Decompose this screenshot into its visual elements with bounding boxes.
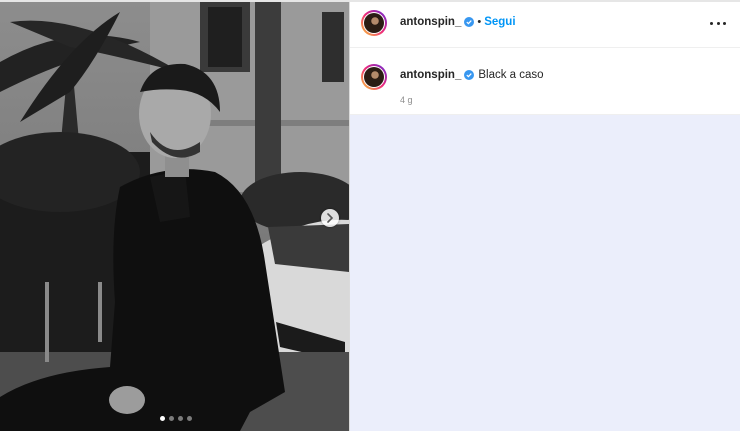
follow-button[interactable]: Segui — [484, 16, 515, 28]
caption-username[interactable]: antonspin_ — [400, 69, 461, 81]
carousel-dot — [187, 416, 192, 421]
username-link[interactable]: antonspin_ — [400, 16, 461, 28]
next-image-button[interactable] — [321, 209, 339, 227]
carousel-dot — [178, 416, 183, 421]
post-header: antonspin_ • Segui — [350, 2, 740, 48]
carousel-dot — [169, 416, 174, 421]
post-photo — [0, 2, 349, 431]
post-media[interactable] — [0, 2, 349, 431]
caption-text: Black a caso — [478, 69, 544, 81]
post-time[interactable]: 4 g — [400, 95, 413, 105]
separator-dot: • — [477, 16, 482, 28]
more-options-icon[interactable] — [710, 16, 726, 30]
caption-avatar[interactable] — [361, 64, 387, 90]
caption-section: antonspin_ Black a caso 4 g — [350, 48, 740, 115]
post-side-panel: antonspin_ • Segui antonspin_ Black a ca… — [350, 2, 740, 431]
chevron-right-icon — [327, 213, 334, 223]
avatar[interactable] — [361, 10, 387, 36]
verified-badge-icon — [464, 17, 475, 27]
carousel-dot — [160, 416, 165, 421]
verified-badge-icon — [464, 70, 475, 80]
carousel-indicator — [160, 416, 192, 421]
